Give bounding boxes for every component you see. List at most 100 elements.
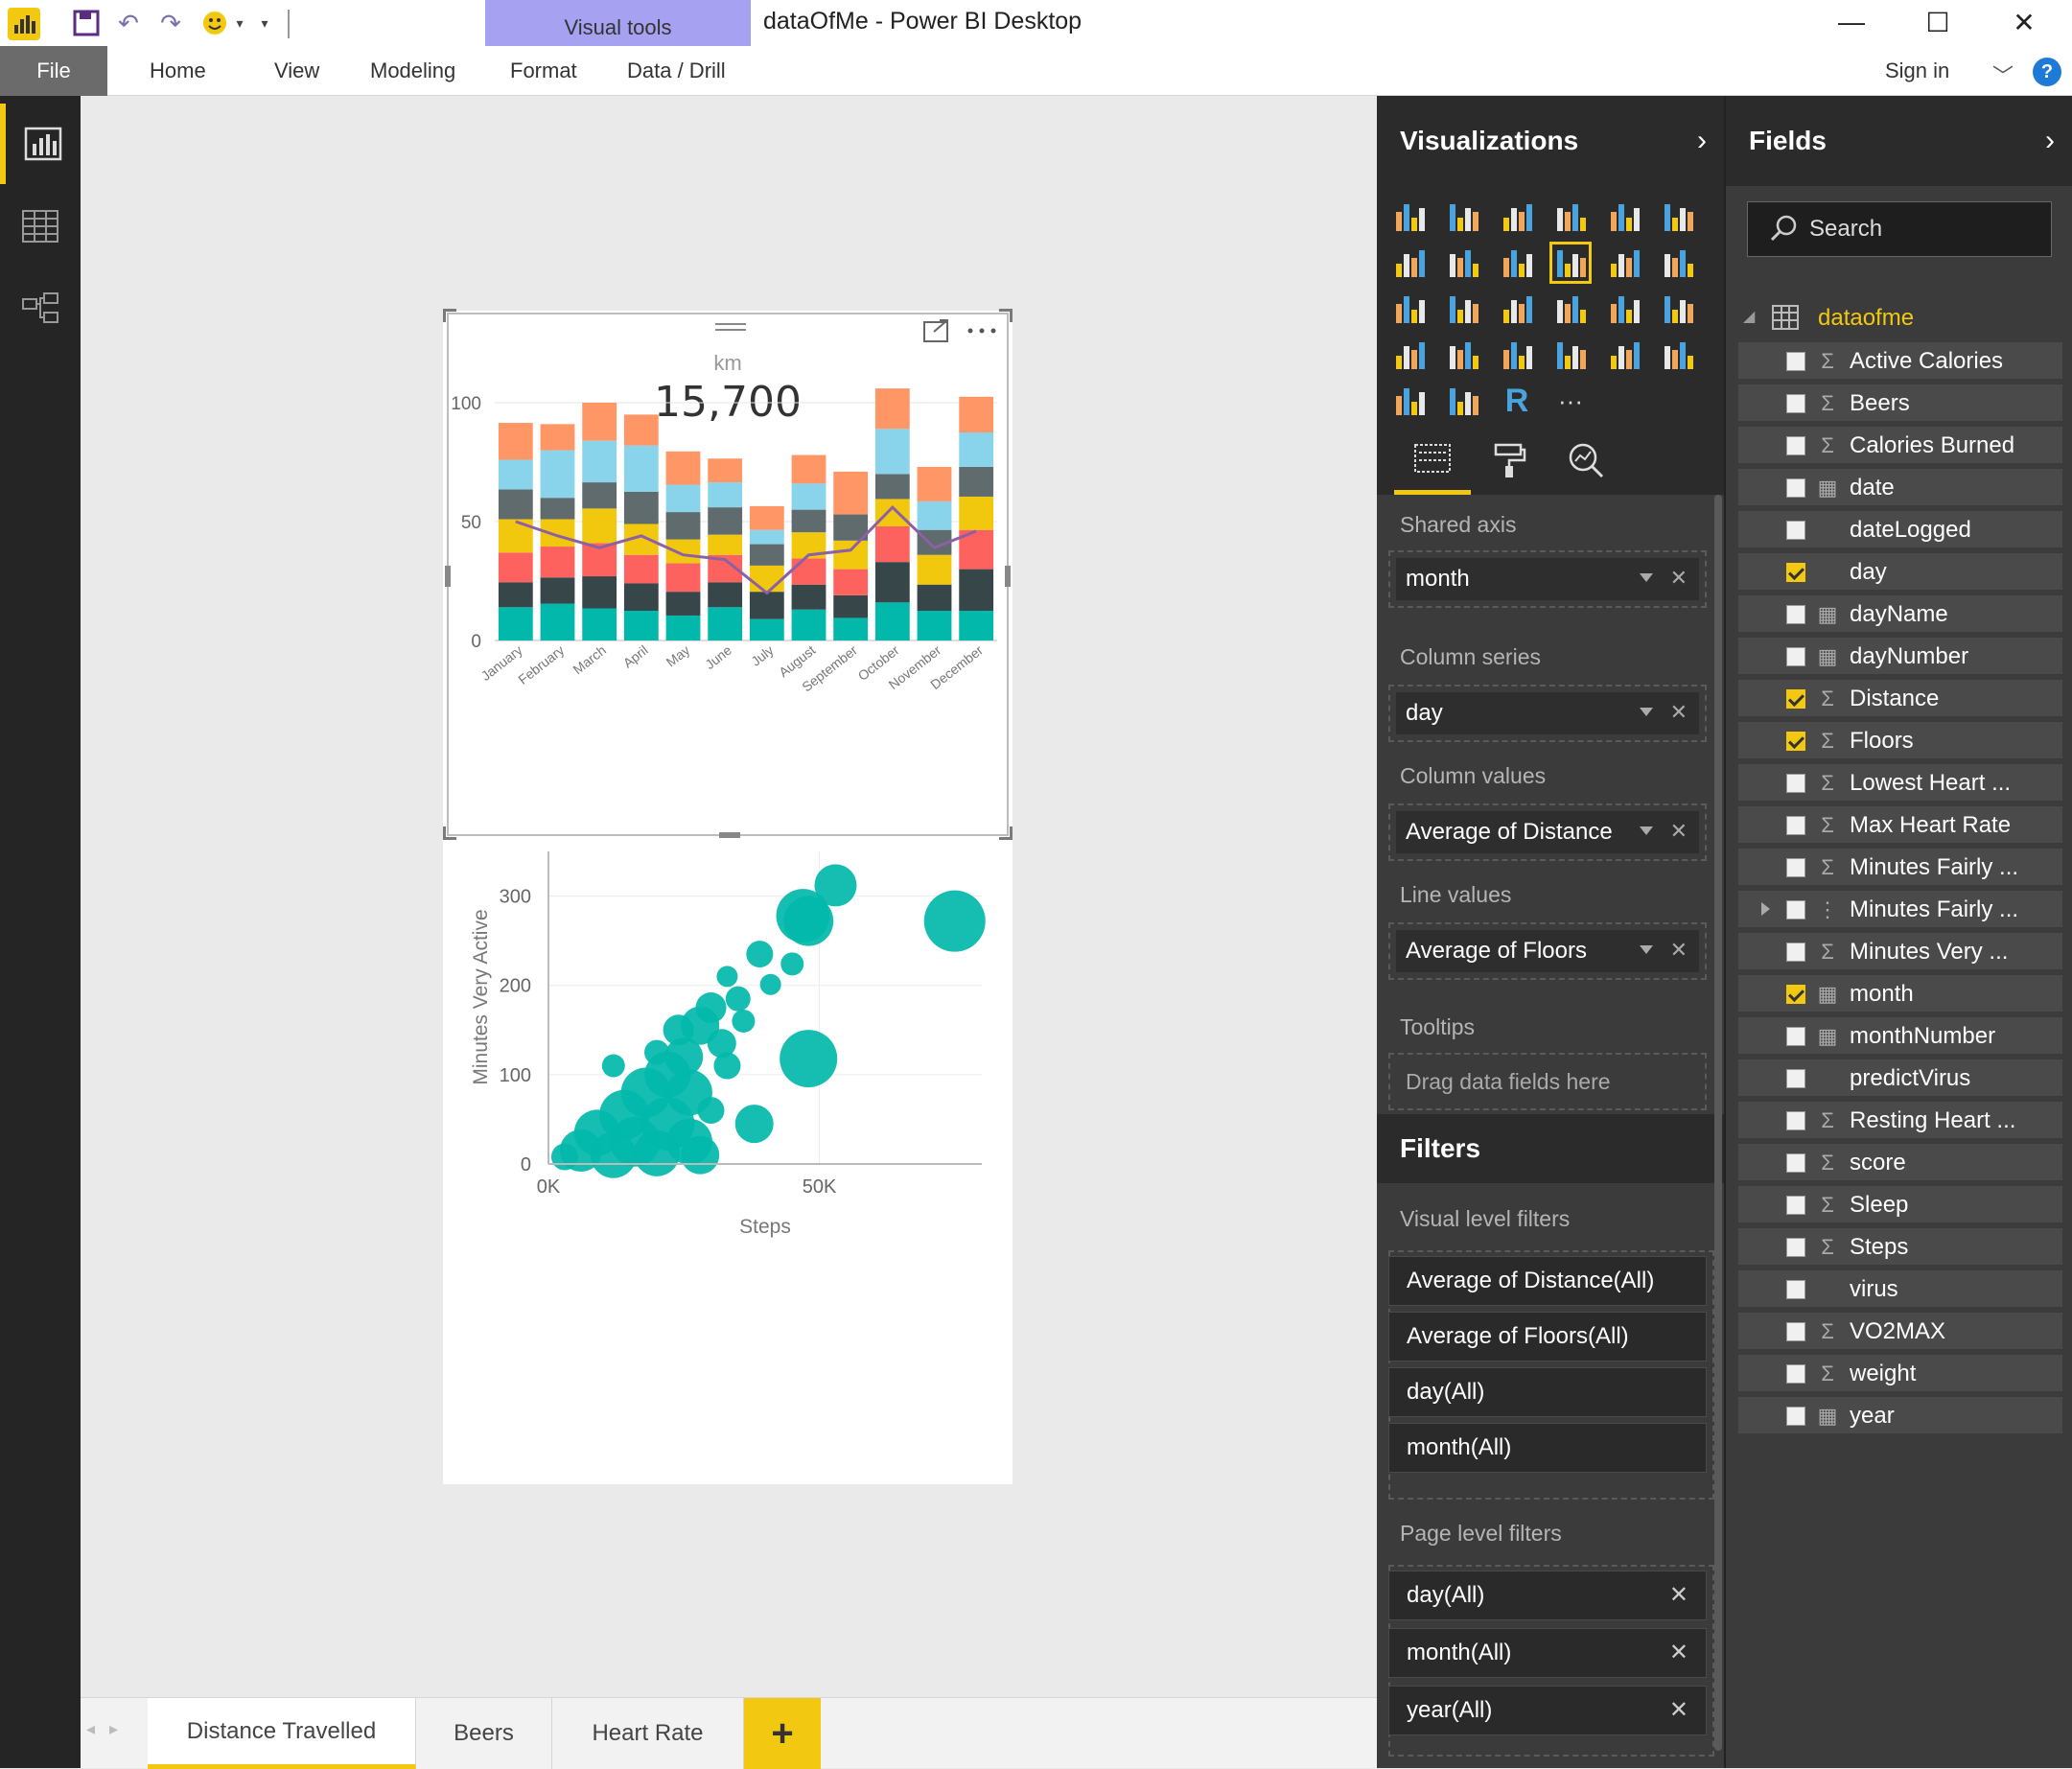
field-checkbox[interactable] xyxy=(1786,1407,1805,1426)
field-checkbox[interactable] xyxy=(1786,1111,1805,1130)
remove-field-icon[interactable]: ✕ xyxy=(1670,700,1688,725)
page-tab-heart-rate[interactable]: Heart Rate xyxy=(552,1698,744,1769)
multi-row-card-icon[interactable] xyxy=(1549,334,1592,376)
field-checkbox[interactable] xyxy=(1786,605,1805,624)
help-icon[interactable]: ? xyxy=(2033,58,2061,86)
slicer-icon[interactable] xyxy=(1388,380,1431,422)
chevron-right-icon[interactable]: › xyxy=(2045,125,2055,157)
add-page-button[interactable]: + xyxy=(744,1698,821,1769)
field-checkbox[interactable] xyxy=(1786,1069,1805,1088)
report-view-icon[interactable] xyxy=(0,104,81,184)
area-chart-icon[interactable] xyxy=(1442,242,1484,284)
field-item[interactable]: ⋮ Minutes Fairly ... xyxy=(1737,890,2063,928)
field-item[interactable]: Σ Active Calories xyxy=(1737,341,2063,380)
field-item[interactable]: Σ Minutes Fairly ... xyxy=(1737,848,2063,886)
field-item[interactable]: day xyxy=(1737,552,2063,591)
undo-icon[interactable]: ↶ xyxy=(109,6,148,40)
field-item[interactable]: dateLogged xyxy=(1737,510,2063,548)
resize-handle[interactable] xyxy=(999,826,1013,840)
r-script-icon[interactable]: R xyxy=(1496,380,1538,422)
scatter-chart[interactable]: 0 100 200 300 0K 50K Steps Minutes Very Activ… xyxy=(445,838,1013,1250)
more-icon[interactable]: ··· xyxy=(1549,380,1592,422)
tab-format[interactable]: Format xyxy=(501,46,587,96)
field-item[interactable]: Σ VO2MAX xyxy=(1737,1312,2063,1350)
chevron-down-icon[interactable] xyxy=(1640,945,1653,954)
redo-icon[interactable]: ↷ xyxy=(151,6,190,40)
field-checkbox[interactable] xyxy=(1786,1364,1805,1384)
data-view-icon[interactable] xyxy=(0,186,81,267)
filled-map-icon[interactable] xyxy=(1388,334,1431,376)
line-values-well[interactable]: Average of Floors ✕ xyxy=(1388,922,1707,980)
field-checkbox[interactable] xyxy=(1786,563,1805,582)
shared-axis-well[interactable]: month ✕ xyxy=(1388,550,1707,608)
remove-field-icon[interactable]: ✕ xyxy=(1670,938,1688,963)
gauge-icon[interactable] xyxy=(1496,334,1538,376)
chevron-down-icon[interactable] xyxy=(1640,826,1653,835)
column-series-field-pill[interactable]: day ✕ xyxy=(1396,692,1699,734)
field-checkbox[interactable] xyxy=(1786,1196,1805,1215)
field-checkbox[interactable] xyxy=(1786,1238,1805,1257)
analytics-magnifier-icon[interactable] xyxy=(1548,426,1624,495)
field-item[interactable]: Σ Calories Burned xyxy=(1737,426,2063,464)
field-checkbox[interactable] xyxy=(1786,352,1805,371)
remove-filter-icon[interactable]: ✕ xyxy=(1669,1581,1688,1609)
table-icon[interactable] xyxy=(1603,288,1645,330)
line-values-field-pill[interactable]: Average of Floors ✕ xyxy=(1396,930,1699,972)
minimize-button[interactable]: — xyxy=(1808,0,1895,44)
field-item[interactable]: Σ Steps xyxy=(1737,1227,2063,1266)
tooltips-well[interactable]: Drag data fields here xyxy=(1388,1053,1707,1110)
stacked-column-icon[interactable] xyxy=(1442,196,1484,238)
sign-in-link[interactable]: Sign in xyxy=(1875,46,1959,96)
field-item[interactable]: Σ Beers xyxy=(1737,384,2063,422)
stacked-bar-icon[interactable] xyxy=(1388,196,1431,238)
chevron-right-icon[interactable]: › xyxy=(1697,125,1707,157)
resize-handle[interactable] xyxy=(443,826,456,840)
remove-field-icon[interactable]: ✕ xyxy=(1670,819,1688,844)
relationships-view-icon[interactable] xyxy=(0,268,81,349)
focus-mode-icon[interactable] xyxy=(923,319,948,342)
line-and-stacked-column-chart[interactable]: km 15,700 0 50 100 January February March Apr… xyxy=(443,309,1013,840)
card-icon[interactable] xyxy=(1603,334,1645,376)
clustered-column-icon[interactable] xyxy=(1549,196,1592,238)
field-item[interactable]: Σ Max Heart Rate xyxy=(1737,805,2063,844)
field-item[interactable]: Σ Resting Heart ... xyxy=(1737,1101,2063,1139)
field-item[interactable]: ▦ month xyxy=(1737,974,2063,1013)
resize-handle[interactable] xyxy=(443,309,456,322)
filter-day[interactable]: day(All) xyxy=(1388,1367,1707,1417)
100-stacked-bar-icon[interactable] xyxy=(1603,196,1645,238)
field-item[interactable]: ▦ date xyxy=(1737,468,2063,506)
more-options-icon[interactable] xyxy=(967,328,996,334)
stacked-area-icon[interactable] xyxy=(1496,242,1538,284)
expand-arrow-icon[interactable] xyxy=(1761,902,1770,916)
map-icon[interactable] xyxy=(1549,288,1592,330)
tab-view[interactable]: View xyxy=(265,46,329,96)
filter-month[interactable]: month(All) xyxy=(1388,1423,1707,1473)
scatter-chart-icon[interactable] xyxy=(1388,288,1431,330)
field-checkbox[interactable] xyxy=(1786,1153,1805,1173)
page-tab-distance-travelled[interactable]: Distance Travelled xyxy=(148,1698,416,1769)
line-and-stacked-column-icon[interactable] xyxy=(1549,242,1592,284)
page-filter-month[interactable]: month(All) ✕ xyxy=(1388,1628,1707,1678)
resize-handle[interactable] xyxy=(1005,566,1011,587)
chevron-down-icon[interactable] xyxy=(1640,708,1653,716)
field-checkbox[interactable] xyxy=(1786,858,1805,877)
field-item[interactable]: predictVirus xyxy=(1737,1059,2063,1097)
pie-chart-icon[interactable] xyxy=(1442,288,1484,330)
chevron-down-icon[interactable]: ▾ xyxy=(230,6,249,40)
field-checkbox[interactable] xyxy=(1786,1027,1805,1046)
field-item[interactable]: Σ Lowest Heart ... xyxy=(1737,763,2063,802)
chevron-down-icon[interactable] xyxy=(1640,573,1653,582)
smile-feedback-icon[interactable] xyxy=(196,6,234,40)
field-item[interactable]: Σ Floors xyxy=(1737,721,2063,759)
field-checkbox[interactable] xyxy=(1786,1322,1805,1341)
ribbon-chart-icon[interactable] xyxy=(1657,242,1699,284)
column-series-well[interactable]: day ✕ xyxy=(1388,685,1707,742)
field-checkbox[interactable] xyxy=(1786,985,1805,1004)
remove-filter-icon[interactable]: ✕ xyxy=(1669,1639,1688,1666)
field-item[interactable]: Σ Distance xyxy=(1737,679,2063,717)
format-paint-roller-icon[interactable] xyxy=(1471,426,1548,495)
customize-quick-access-icon[interactable]: ▾ xyxy=(253,6,276,40)
field-checkbox[interactable] xyxy=(1786,774,1805,793)
field-item[interactable]: ▦ monthNumber xyxy=(1737,1016,2063,1055)
field-checkbox[interactable] xyxy=(1786,943,1805,962)
